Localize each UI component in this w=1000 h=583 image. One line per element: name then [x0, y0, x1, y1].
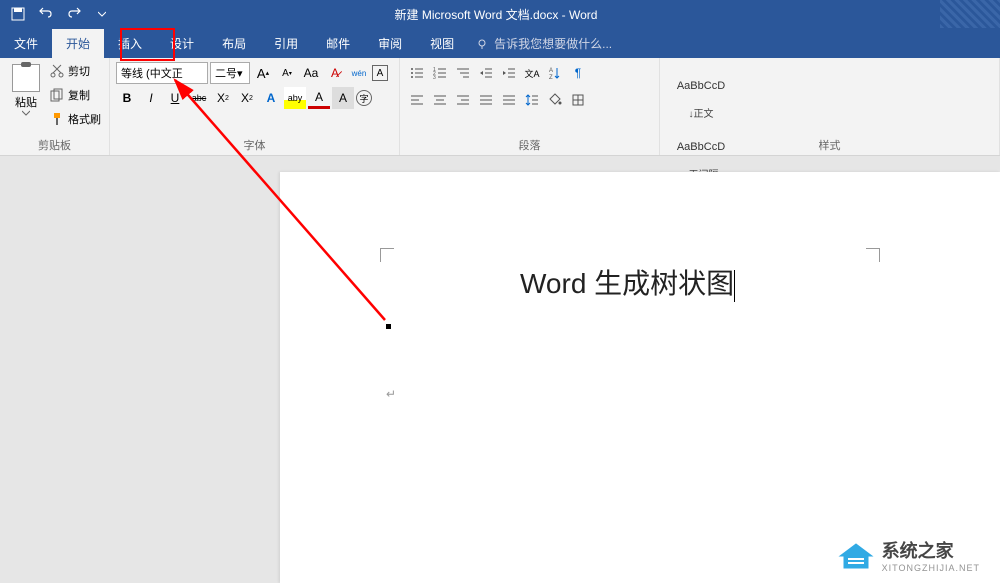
font-group: 等线 (中文正 二号▾ A▴ A▾ Aa A̷ wén A B I U abc …: [110, 58, 400, 155]
watermark-logo-icon: [838, 540, 874, 570]
svg-text:3: 3: [433, 75, 436, 80]
title-bar: 新建 Microsoft Word 文档.docx - Word: [0, 0, 1000, 28]
indent-decrease-button[interactable]: [475, 62, 497, 84]
align-justify-button[interactable]: [475, 89, 497, 111]
document-page[interactable]: Word 生成树状图 ↵: [280, 172, 1000, 583]
underline-button[interactable]: U: [164, 87, 186, 109]
chevron-down-icon: [22, 110, 30, 116]
borders-button[interactable]: [567, 89, 589, 111]
tell-me-label: 告诉我您想要做什么...: [494, 35, 612, 52]
tab-home[interactable]: 开始: [52, 29, 104, 58]
char-shading-button[interactable]: A: [332, 87, 354, 109]
paste-icon: [12, 64, 40, 92]
enclose-char-button[interactable]: 字: [356, 90, 372, 106]
watermark: 系统之家 XITONGZHIJIA.NET: [838, 537, 980, 573]
watermark-text: 系统之家: [882, 537, 980, 563]
font-grow-button[interactable]: A▴: [252, 62, 274, 84]
highlight-button[interactable]: aby: [284, 87, 306, 109]
font-group-label: 字体: [110, 137, 399, 153]
svg-text:A: A: [549, 68, 553, 74]
tab-mailings[interactable]: 邮件: [312, 29, 364, 58]
paragraph-group-label: 段落: [400, 137, 659, 153]
save-button[interactable]: [8, 4, 28, 24]
redo-button[interactable]: [64, 4, 84, 24]
font-shrink-button[interactable]: A▾: [276, 62, 298, 84]
window-title: 新建 Microsoft Word 文档.docx - Word: [112, 6, 880, 23]
qat-dropdown[interactable]: [92, 4, 112, 24]
tell-me-search[interactable]: 告诉我您想要做什么...: [468, 29, 620, 58]
paragraph-mark: ↵: [386, 387, 396, 401]
document-area: Word 生成树状图 ↵: [0, 156, 1000, 583]
cut-button[interactable]: 剪切: [50, 60, 103, 82]
svg-text:Z: Z: [549, 75, 553, 80]
clipboard-group: 粘贴 剪切 复制 格式刷 剪贴板: [0, 58, 110, 155]
margin-marker-tr: [866, 248, 880, 262]
paragraph-group: 123 文A AZ ¶ 段落: [400, 58, 660, 155]
font-color-button[interactable]: A: [308, 87, 330, 109]
subscript-button[interactable]: X2: [212, 87, 234, 109]
font-name-select[interactable]: 等线 (中文正: [116, 62, 208, 84]
style-normal[interactable]: AaBbCcD ↓正文: [666, 60, 736, 121]
undo-button[interactable]: [36, 4, 56, 24]
styles-group: AaBbCcD ↓正文 AaBbCcD ↓无间隔 AaBl 标题 1 AaBbC…: [660, 58, 1000, 155]
tab-insert[interactable]: 插入: [104, 29, 156, 58]
copy-icon: [50, 88, 64, 102]
clipboard-group-label: 剪贴板: [0, 137, 109, 153]
multilevel-button[interactable]: [452, 62, 474, 84]
styles-group-label: 样式: [660, 137, 999, 153]
tab-view[interactable]: 视图: [416, 29, 468, 58]
line-spacing-button[interactable]: [521, 89, 543, 111]
document-text[interactable]: Word 生成树状图: [520, 262, 960, 302]
strikethrough-button[interactable]: abc: [188, 87, 210, 109]
tab-design[interactable]: 设计: [156, 29, 208, 58]
italic-button[interactable]: I: [140, 87, 162, 109]
sort-button[interactable]: AZ: [544, 62, 566, 84]
align-center-button[interactable]: [429, 89, 451, 111]
copy-button[interactable]: 复制: [50, 84, 103, 106]
tab-review[interactable]: 审阅: [364, 29, 416, 58]
indent-increase-button[interactable]: [498, 62, 520, 84]
numbering-button[interactable]: 123: [429, 62, 451, 84]
format-painter-button[interactable]: 格式刷: [50, 108, 103, 130]
clear-format-button[interactable]: A̷: [324, 62, 346, 84]
window-decoration: [940, 0, 1000, 28]
ribbon-tabs: 文件 开始 插入 设计 布局 引用 邮件 审阅 视图 告诉我您想要做什么...: [0, 28, 1000, 58]
heading-marker: [386, 324, 391, 329]
align-distribute-button[interactable]: [498, 89, 520, 111]
watermark-url: XITONGZHIJIA.NET: [882, 563, 980, 573]
text-cursor: [734, 270, 735, 302]
ribbon: 粘贴 剪切 复制 格式刷 剪贴板 等线 (中文正 二号▾ A▴ A▾ Aa: [0, 58, 1000, 156]
text-effects-button[interactable]: A: [260, 87, 282, 109]
tab-references[interactable]: 引用: [260, 29, 312, 58]
margin-marker-tl: [380, 248, 394, 262]
page-gutter: [0, 156, 280, 583]
font-size-select[interactable]: 二号▾: [210, 62, 250, 84]
char-border-button[interactable]: A: [372, 65, 388, 81]
align-right-button[interactable]: [452, 89, 474, 111]
bullets-button[interactable]: [406, 62, 428, 84]
phonetic-button[interactable]: wén: [348, 62, 370, 84]
brush-icon: [50, 112, 64, 126]
superscript-button[interactable]: X2: [236, 87, 258, 109]
tab-file[interactable]: 文件: [0, 29, 52, 58]
change-case-button[interactable]: Aa: [300, 62, 322, 84]
bold-button[interactable]: B: [116, 87, 138, 109]
scissors-icon: [50, 64, 64, 78]
show-marks-button[interactable]: ¶: [567, 62, 589, 84]
paste-button[interactable]: 粘贴: [6, 60, 46, 130]
tab-layout[interactable]: 布局: [208, 29, 260, 58]
text-direction-button[interactable]: 文A: [521, 62, 543, 84]
bulb-icon: [476, 38, 488, 50]
align-left-button[interactable]: [406, 89, 428, 111]
shading-button[interactable]: [544, 89, 566, 111]
